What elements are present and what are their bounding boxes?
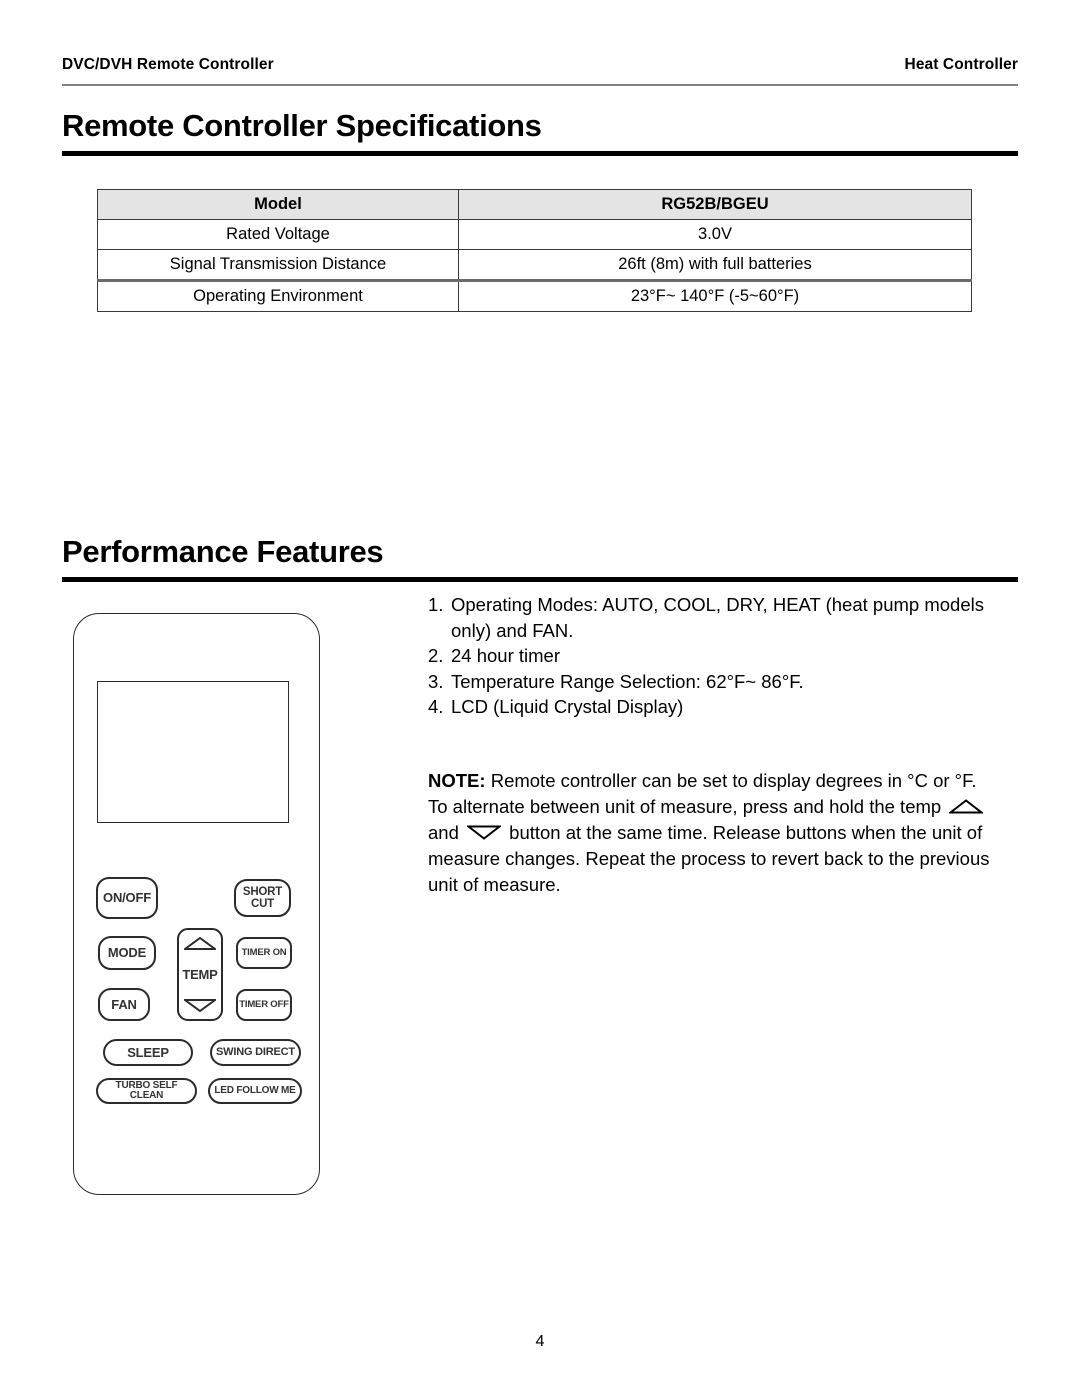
specifications-table: Model RG52B/BGEU Rated Voltage 3.0V Sign… xyxy=(97,189,972,312)
remote-button-led-follow-me: LED FOLLOW ME xyxy=(208,1078,302,1104)
list-item: 2. 24 hour timer xyxy=(428,643,988,669)
triangle-down-icon xyxy=(184,999,216,1012)
table-row: Signal Transmission Distance 26ft (8m) w… xyxy=(97,249,972,281)
table-cell-label: Operating Environment xyxy=(97,279,459,312)
list-item-number: 4. xyxy=(428,696,444,717)
remote-button-label: LED FOLLOW ME xyxy=(214,1084,296,1096)
triangle-down-icon xyxy=(467,825,502,840)
list-item-text: LCD (Liquid Crystal Display) xyxy=(451,696,684,717)
note-text-part1: Remote controller can be set to display … xyxy=(428,770,977,817)
list-item-text: Operating Modes: AUTO, COOL, DRY, HEAT (… xyxy=(451,594,984,641)
remote-button-turbo-self-clean: TURBO SELF CLEAN xyxy=(96,1078,197,1104)
performance-title-underline xyxy=(62,577,1018,582)
note-paragraph: NOTE: Remote controller can be set to di… xyxy=(428,768,996,898)
remote-button-label: FAN xyxy=(111,996,137,1012)
remote-button-label: SWING DIRECT xyxy=(216,1045,295,1058)
performance-features-list: 1. Operating Modes: AUTO, COOL, DRY, HEA… xyxy=(428,592,988,720)
remote-controller-illustration: ON/OFF SHORT CUT MODE FAN TIMER ON TIMER… xyxy=(73,613,320,1195)
table-cell-label: Signal Transmission Distance xyxy=(97,249,459,281)
header-right-text: Heat Controller xyxy=(904,56,1018,73)
header-left-text: DVC/DVH Remote Controller xyxy=(62,56,274,73)
remote-button-swing-direct: SWING DIRECT xyxy=(210,1039,301,1066)
page-number: 4 xyxy=(535,1333,545,1350)
triangle-up-icon xyxy=(184,937,216,950)
lcd-screen xyxy=(97,681,289,823)
note-text-part2: button at the same time. Release buttons… xyxy=(428,822,990,895)
remote-button-label: ON/OFF xyxy=(103,890,151,906)
table-cell-value: 23°F~ 140°F (-5~60°F) xyxy=(458,279,972,312)
table-header-model: Model xyxy=(97,189,459,220)
table-row: Rated Voltage 3.0V xyxy=(97,219,972,250)
list-item-number: 2. xyxy=(428,645,444,666)
list-item-text: 24 hour timer xyxy=(451,645,560,666)
header-divider xyxy=(62,84,1018,86)
remote-button-shortcut: SHORT CUT xyxy=(234,879,291,917)
remote-button-label: SHORT CUT xyxy=(242,885,283,910)
remote-button-label: TIMER ON xyxy=(241,947,287,959)
list-item: 1. Operating Modes: AUTO, COOL, DRY, HEA… xyxy=(428,592,988,643)
table-cell-value: 3.0V xyxy=(458,219,972,250)
remote-button-onoff: ON/OFF xyxy=(96,877,158,919)
remote-button-label: MODE xyxy=(107,945,147,961)
remote-button-label: SLEEP xyxy=(127,1044,169,1060)
remote-button-label: TURBO SELF CLEAN xyxy=(115,1079,178,1101)
note-text-and: and xyxy=(428,822,465,843)
remote-button-timer-off: TIMER OFF xyxy=(236,989,292,1021)
remote-button-fan: FAN xyxy=(98,988,150,1021)
list-item: 4. LCD (Liquid Crystal Display) xyxy=(428,694,988,720)
specifications-title-underline xyxy=(62,151,1018,156)
remote-button-timer-on: TIMER ON xyxy=(236,937,292,969)
remote-button-temp-rocker: TEMP xyxy=(177,928,223,1021)
page-header: DVC/DVH Remote Controller Heat Controlle… xyxy=(62,56,1018,74)
list-item-text: Temperature Range Selection: 62°F~ 86°F. xyxy=(451,670,804,692)
table-cell-value: 26ft (8m) with full batteries xyxy=(458,249,972,281)
table-row: Operating Environment 23°F~ 140°F (-5~60… xyxy=(97,279,972,312)
list-item-number: 1. xyxy=(428,594,444,615)
remote-button-label: TIMER OFF xyxy=(239,999,289,1011)
table-header-value: RG52B/BGEU xyxy=(458,189,972,220)
page-title-performance-features: Performance Features xyxy=(62,534,384,569)
page-title-specifications: Remote Controller Specifications xyxy=(62,108,542,143)
table-cell-label: Rated Voltage xyxy=(97,219,459,250)
remote-button-label: TEMP xyxy=(182,967,218,982)
triangle-up-icon xyxy=(949,799,984,814)
list-item-number: 3. xyxy=(428,670,444,692)
table-header-row: Model RG52B/BGEU xyxy=(97,189,972,220)
remote-button-sleep: SLEEP xyxy=(103,1039,193,1066)
remote-button-mode: MODE xyxy=(98,936,156,970)
list-item: 3. Temperature Range Selection: 62°F~ 86… xyxy=(428,669,988,695)
note-label: NOTE: xyxy=(428,770,486,791)
